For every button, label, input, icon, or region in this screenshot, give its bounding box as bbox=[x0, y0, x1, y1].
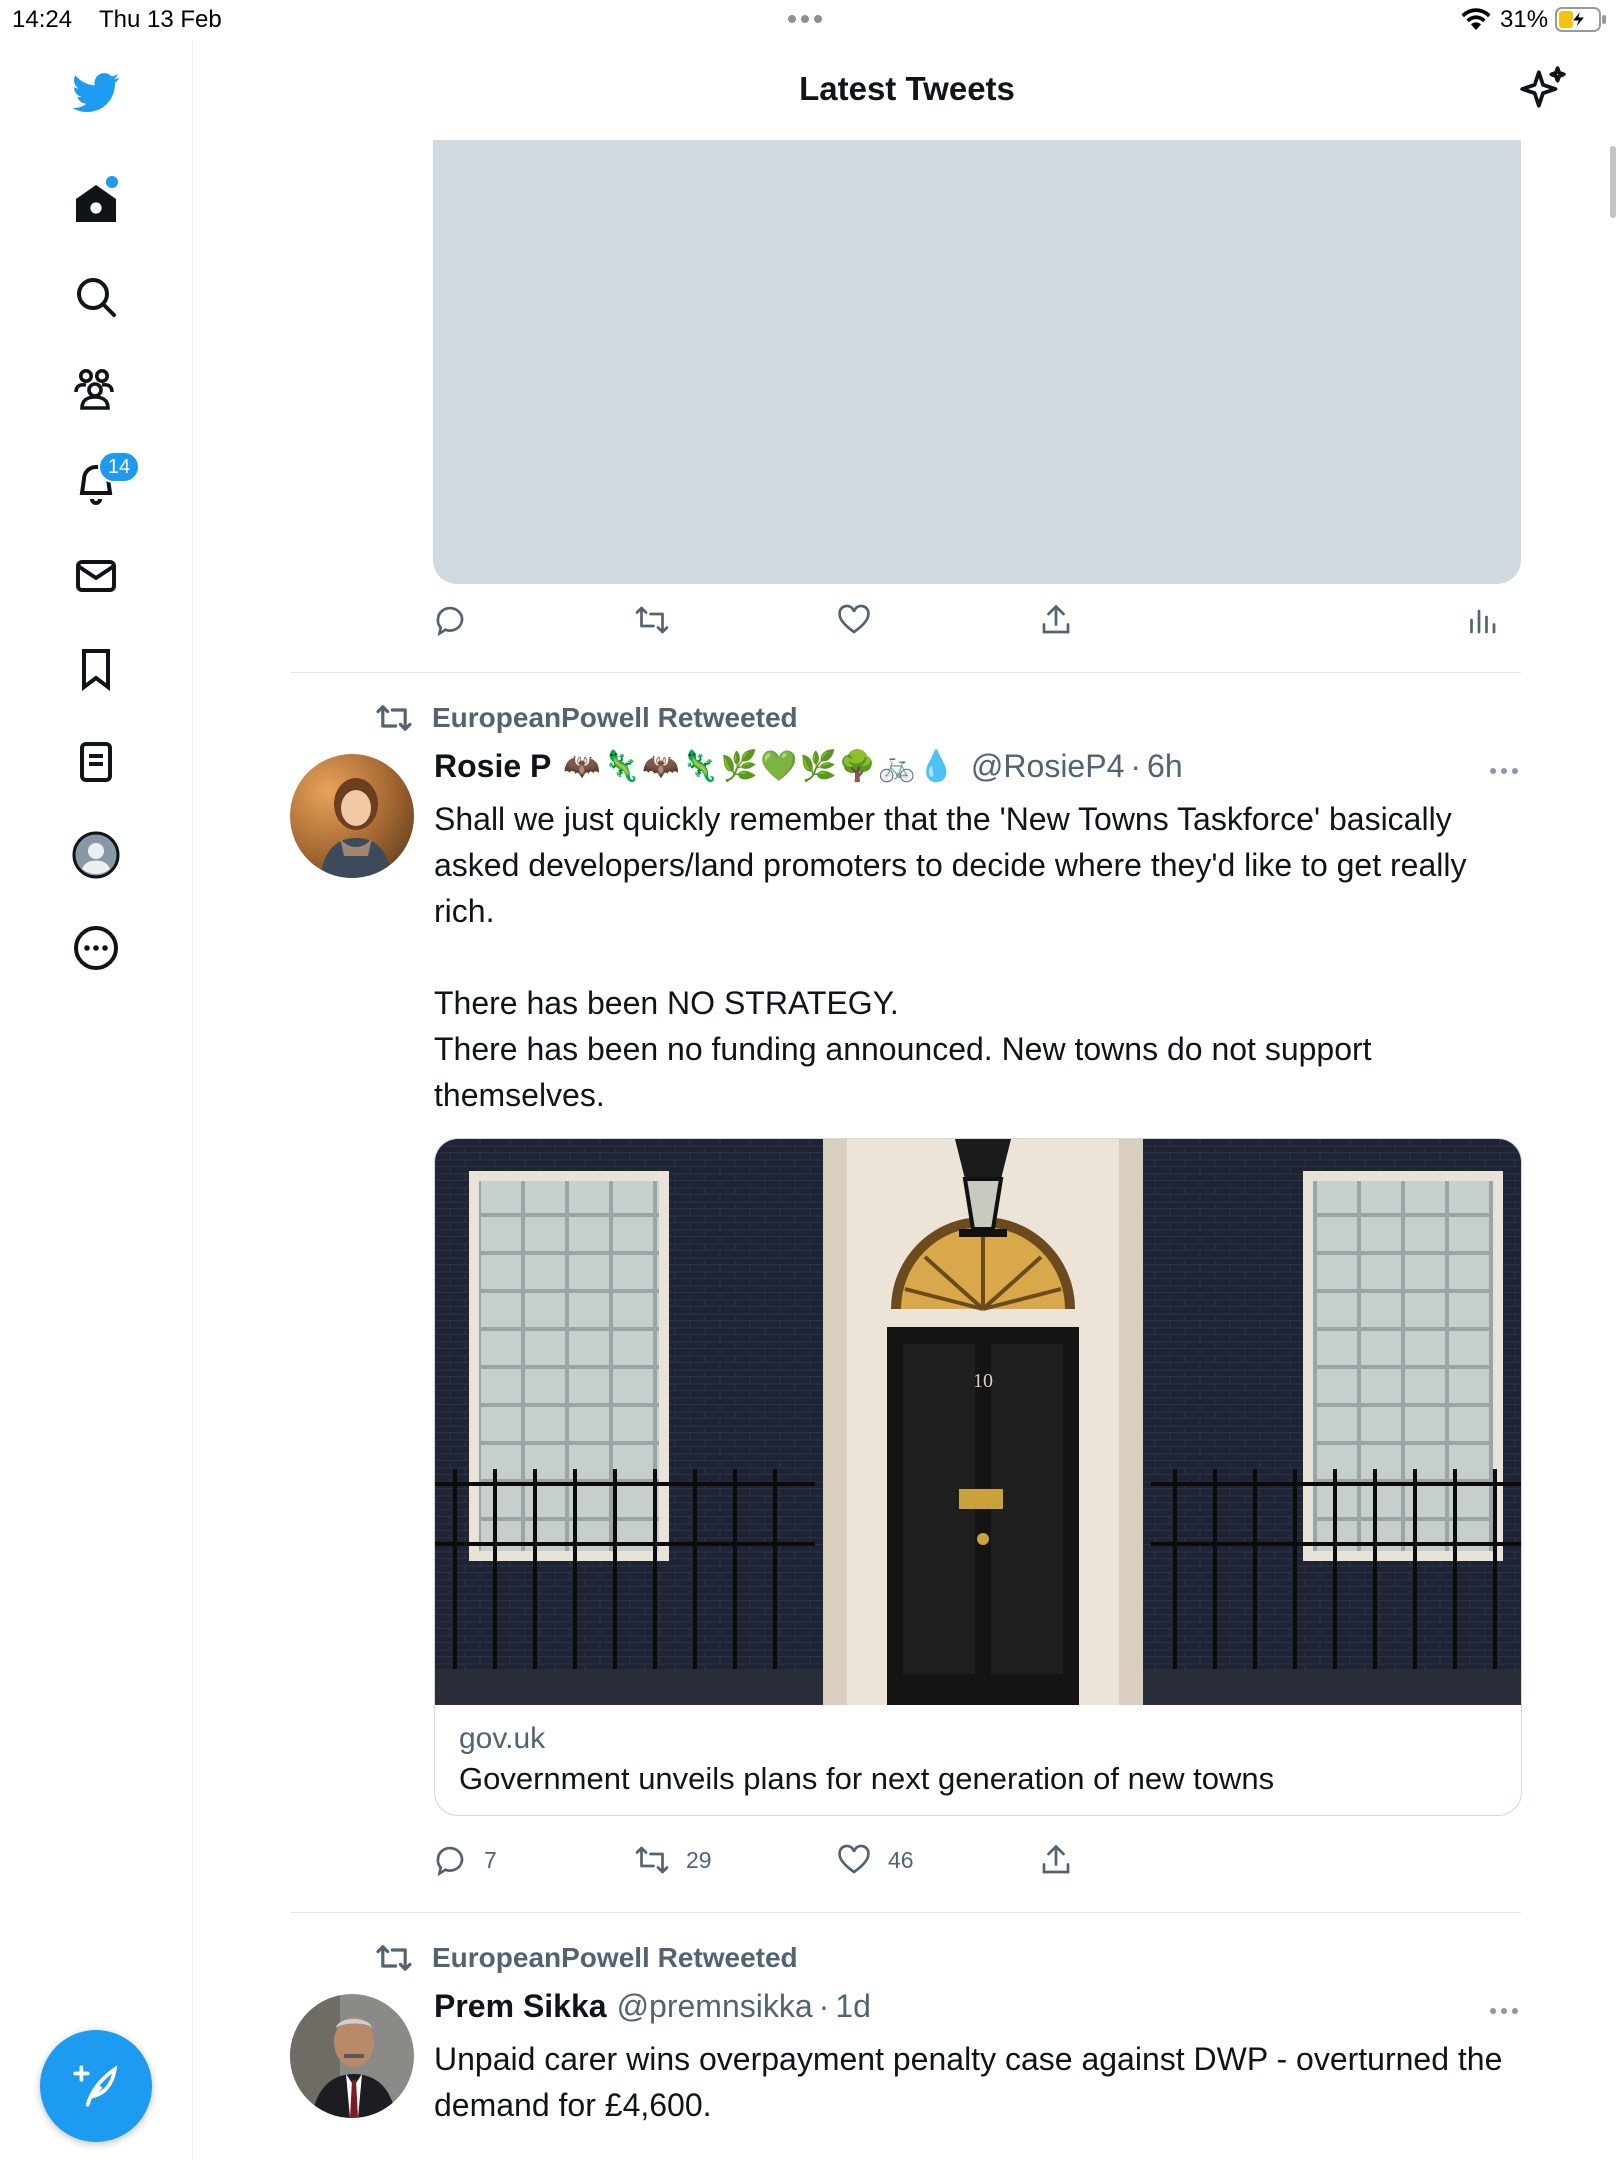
display-name[interactable]: Prem Sikka bbox=[434, 1988, 607, 2025]
door-number: 10 bbox=[973, 1370, 993, 1392]
sidebar-item-bookmarks[interactable] bbox=[60, 633, 132, 705]
sidebar-item-more[interactable] bbox=[60, 912, 132, 984]
reply-icon bbox=[436, 606, 464, 637]
reply-count: 7 bbox=[484, 1846, 497, 1873]
tweet-more-button[interactable] bbox=[1490, 2008, 1518, 2014]
display-name[interactable]: Rosie P bbox=[434, 748, 551, 785]
sidebar-item-communities[interactable] bbox=[60, 354, 132, 426]
timeline-header: Latest Tweets bbox=[194, 40, 1620, 140]
tweet-header: Prem Sikka @premnsikka · 1d bbox=[434, 1988, 871, 2025]
sidebar-item-messages[interactable] bbox=[60, 540, 132, 612]
page-title: Latest Tweets bbox=[799, 70, 1015, 107]
retweet-icon bbox=[635, 1846, 669, 1874]
tweet-header: Rosie P 🦇🦎🦇🦎🌿💚🌿🌳🚲💧 @RosieP4 · 6h bbox=[434, 748, 1183, 785]
scrollbar[interactable] bbox=[1610, 146, 1616, 218]
heart-icon bbox=[838, 604, 870, 634]
sidebar-item-profile[interactable] bbox=[60, 819, 132, 891]
twitter-logo-icon[interactable] bbox=[60, 56, 132, 128]
analytics-icon bbox=[1470, 609, 1496, 634]
heart-icon bbox=[838, 1844, 870, 1874]
wifi-icon bbox=[1461, 8, 1491, 30]
tweet-text: Shall we just quickly remember that the … bbox=[434, 801, 1467, 1113]
like-count: 46 bbox=[888, 1846, 914, 1873]
compose-feather-icon bbox=[73, 2065, 118, 2107]
bookmark-icon bbox=[82, 649, 110, 691]
sidebar: 14 bbox=[0, 40, 193, 2160]
retweet-indicator: EuropeanPowell Retweeted bbox=[374, 1942, 798, 1974]
separator: · bbox=[818, 1988, 830, 2024]
retweeted-by[interactable]: EuropeanPowell Retweeted bbox=[432, 702, 798, 734]
retweet-icon bbox=[635, 606, 669, 634]
battery-percent: 31% bbox=[1500, 6, 1549, 33]
retweet-indicator: EuropeanPowell Retweeted bbox=[374, 702, 798, 734]
status-time: 14:24 bbox=[12, 6, 73, 33]
share-button[interactable] bbox=[1038, 1842, 1090, 1878]
avatar[interactable] bbox=[290, 754, 414, 878]
reply-button[interactable]: 7 bbox=[432, 1842, 497, 1878]
multitasking-dots[interactable] bbox=[788, 15, 822, 23]
reply-icon bbox=[436, 1846, 464, 1877]
share-icon bbox=[1042, 604, 1070, 634]
mail-icon bbox=[76, 560, 116, 592]
tweet-time[interactable]: 6h bbox=[1147, 748, 1183, 785]
tweet-divider bbox=[290, 672, 1521, 673]
sparkle-icon[interactable] bbox=[1518, 64, 1568, 114]
avatar-icon bbox=[72, 831, 120, 879]
sidebar-item-explore[interactable] bbox=[60, 261, 132, 333]
list-icon bbox=[80, 742, 112, 782]
card-domain: gov.uk bbox=[459, 1722, 546, 1755]
separator: · bbox=[1130, 748, 1142, 784]
user-handle[interactable]: @RosieP4 bbox=[971, 748, 1124, 785]
sidebar-item-lists[interactable] bbox=[60, 726, 132, 798]
sidebar-item-home[interactable] bbox=[60, 168, 132, 240]
battery-charging-icon bbox=[1555, 7, 1606, 32]
display-name-emojis: 🦇🦎🦇🦎🌿💚🌿🌳🚲💧 bbox=[563, 750, 957, 783]
card-meta: gov.uk Government unveils plans for next… bbox=[435, 1705, 1521, 1815]
retweet-small-icon bbox=[376, 705, 412, 731]
tweet-text: Unpaid carer wins overpayment penalty ca… bbox=[434, 2041, 1503, 2123]
retweet-button[interactable]: 29 bbox=[634, 1842, 712, 1878]
card-title: Government unveils plans for next genera… bbox=[459, 1761, 1275, 1796]
status-date: Thu 13 Feb bbox=[99, 6, 222, 33]
like-button[interactable] bbox=[836, 602, 888, 638]
communities-icon bbox=[74, 369, 114, 410]
analytics-button[interactable] bbox=[1464, 602, 1516, 638]
search-icon bbox=[77, 278, 116, 317]
retweet-small-icon bbox=[376, 1945, 412, 1971]
link-card[interactable]: 10 gov.uk Government unveils plans for n… bbox=[434, 1138, 1522, 1816]
tweet-time[interactable]: 1d bbox=[835, 1988, 871, 2025]
retweeted-by[interactable]: EuropeanPowell Retweeted bbox=[432, 1942, 798, 1974]
status-bar: 14:24 Thu 13 Feb 31% bbox=[0, 0, 1620, 40]
home-unread-dot bbox=[106, 176, 118, 188]
card-image: 10 bbox=[435, 1139, 1521, 1705]
share-button[interactable] bbox=[1038, 602, 1090, 638]
tweet-divider bbox=[290, 1912, 1521, 1913]
like-button[interactable]: 46 bbox=[836, 1842, 914, 1878]
retweet-count: 29 bbox=[686, 1846, 712, 1873]
media-placeholder[interactable] bbox=[433, 140, 1521, 584]
share-icon bbox=[1042, 1844, 1070, 1874]
tweet-more-button[interactable] bbox=[1490, 768, 1518, 774]
avatar[interactable] bbox=[290, 1994, 414, 2118]
more-circle-icon bbox=[74, 926, 118, 970]
user-handle[interactable]: @premnsikka bbox=[617, 1988, 813, 2025]
sidebar-item-notifications[interactable]: 14 bbox=[60, 447, 140, 519]
notification-badge: 14 bbox=[98, 451, 140, 483]
compose-button[interactable] bbox=[40, 2030, 152, 2142]
retweet-button[interactable] bbox=[634, 602, 686, 638]
reply-button[interactable] bbox=[432, 602, 484, 638]
